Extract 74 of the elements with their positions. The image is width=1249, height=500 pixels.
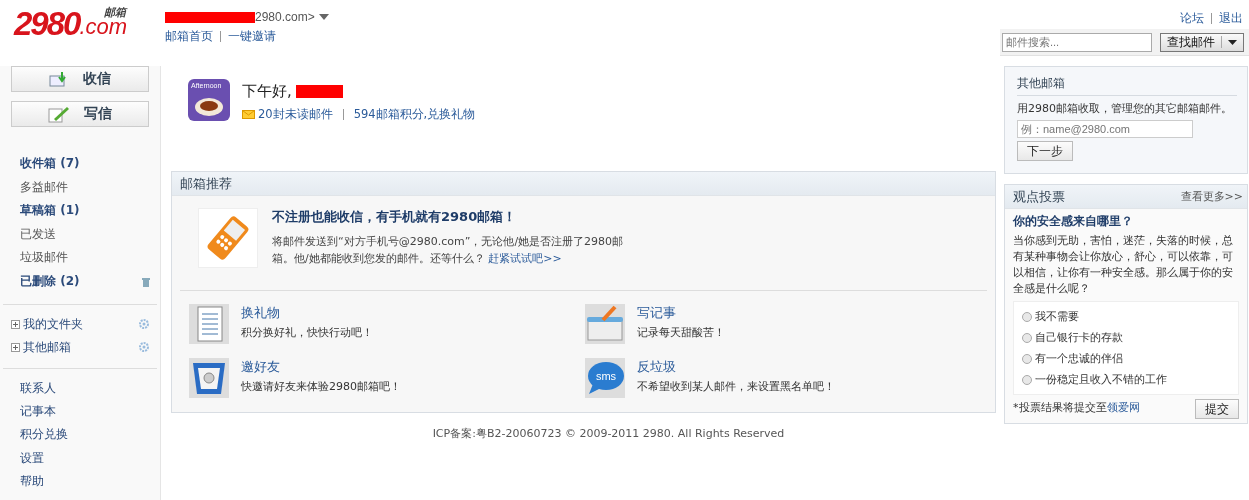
redaction-bar (295, 85, 343, 98)
compose-button[interactable]: 写信 (11, 101, 149, 127)
greeting: 下午好, (242, 82, 292, 101)
expand-icon[interactable] (11, 319, 20, 329)
caret-icon[interactable] (318, 14, 329, 20)
radio-button[interactable] (1022, 353, 1032, 364)
top-link[interactable]: 退出 (1219, 10, 1243, 27)
phone-icon (198, 208, 258, 268)
caret-icon (1228, 39, 1237, 45)
submit-button[interactable]: 提交 (1195, 399, 1239, 419)
notebook-icon (585, 304, 625, 344)
radio-button[interactable] (1022, 332, 1032, 343)
gear-icon[interactable] (139, 319, 149, 330)
folder-item[interactable]: 已删除 (2) (3, 269, 157, 294)
footer-copyright: ICP备案:粤B2-20060723 © 2009-2011 2980. All Rights Reserved (431, 426, 786, 441)
feature-text: 积分换好礼，快快行动吧！ (241, 325, 373, 340)
search-field[interactable]: 邮件搜索... (1002, 32, 1152, 52)
sidebar-link[interactable]: 记事本 (20, 399, 160, 424)
avatar-icon (188, 79, 230, 121)
promo-headline: 不注册也能收信，有手机就有2980邮箱！ (272, 208, 518, 226)
folder-item[interactable]: 多益邮件 (3, 175, 157, 200)
pen-icon (48, 105, 70, 123)
feature-title[interactable]: 写记事 (637, 304, 725, 322)
folder-group[interactable]: 其他邮箱 (23, 338, 71, 356)
account-address: 2980.com> (255, 10, 315, 24)
folder-item[interactable]: 草稿箱 (1) (3, 199, 157, 223)
speech-bubble-icon: sms (585, 358, 625, 398)
more-link[interactable]: 查看更多>> (1180, 185, 1243, 208)
panel-text: 用2980邮箱收取，管理您的其它邮箱邮件。 (1017, 101, 1233, 116)
try-link[interactable]: 赶紧试试吧>> (488, 252, 562, 265)
receive-button[interactable]: 收信 (11, 66, 149, 92)
promo-text: 将邮件发送到“对方手机号@2980.com”，无论他/她是否注册了2980邮箱。他/她都能收到您发的邮件。还等什么？ 赶紧试试吧>> (272, 234, 625, 267)
option-label: 有一个忠诚的伴侣 (1035, 351, 1123, 366)
points-link[interactable]: 594邮箱积分,兑换礼物 (353, 107, 476, 122)
panel-title: 其他邮箱 (1017, 75, 1237, 96)
document-icon (189, 304, 229, 344)
poll-text: 当你感到无助，害怕，迷茫，失落的时候，总有某种事物会让你放心，舒心，可以依靠，可以相信，让你有一种安全感。那么属于你的安全感是什么呢？ (1013, 233, 1234, 297)
poll-note: *投票结果将提交至领爱网 (1013, 400, 1140, 415)
feature-text: 不希望收到某人邮件，来设置黑名单吧！ (637, 379, 835, 394)
sidebar-link[interactable]: 帮助 (20, 470, 160, 494)
folder-item[interactable]: 收件箱 (7) (3, 152, 157, 176)
option-label: 一份稳定且收入不错的工作 (1035, 372, 1167, 387)
header-link[interactable]: 一键邀请 (228, 28, 276, 45)
radio-button[interactable] (1022, 311, 1032, 322)
folder-group[interactable]: 我的文件夹 (23, 315, 83, 333)
folder-item[interactable]: 垃圾邮件 (3, 246, 157, 270)
header-link[interactable]: 邮箱首页 (165, 28, 213, 45)
expand-icon[interactable] (11, 342, 20, 352)
poll-question: 你的安全感来自哪里？ (1013, 214, 1134, 229)
email-field[interactable]: 例：name@2980.com (1017, 120, 1193, 138)
sidebar-link[interactable]: 设置 (20, 446, 160, 471)
option-label: 自己银行卡的存款 (1035, 330, 1123, 345)
panel-title: 邮箱推荐 (172, 172, 995, 196)
feature-text: 快邀请好友来体验2980邮箱吧！ (241, 379, 401, 394)
feature-text: 记录每天甜酸苦！ (637, 325, 725, 340)
find-mail-button[interactable]: 查找邮件 (1160, 32, 1244, 52)
radio-button[interactable] (1022, 374, 1032, 385)
option-label: 我不需要 (1035, 309, 1079, 324)
envelope-icon (242, 110, 255, 119)
sidebar-link[interactable]: 积分兑换 (20, 423, 160, 447)
top-link[interactable]: 论坛 (1180, 10, 1204, 27)
site-link[interactable]: 领爱网 (1106, 401, 1140, 414)
panel-title: 观点投票 (1013, 188, 1065, 206)
gear-icon[interactable] (139, 342, 149, 353)
unread-link[interactable]: 20封未读邮件 (258, 107, 333, 122)
feature-title[interactable]: 邀好友 (241, 358, 401, 376)
next-button[interactable]: 下一步 (1017, 141, 1073, 161)
sidebar-link[interactable]: 联系人 (20, 376, 160, 400)
feature-title[interactable]: 反垃圾 (637, 358, 835, 376)
inbox-icon (49, 71, 69, 87)
feature-title[interactable]: 换礼物 (241, 304, 373, 322)
trash-icon[interactable] (142, 276, 150, 287)
badge-icon (189, 358, 229, 398)
folder-item[interactable]: 已发送 (3, 222, 157, 247)
